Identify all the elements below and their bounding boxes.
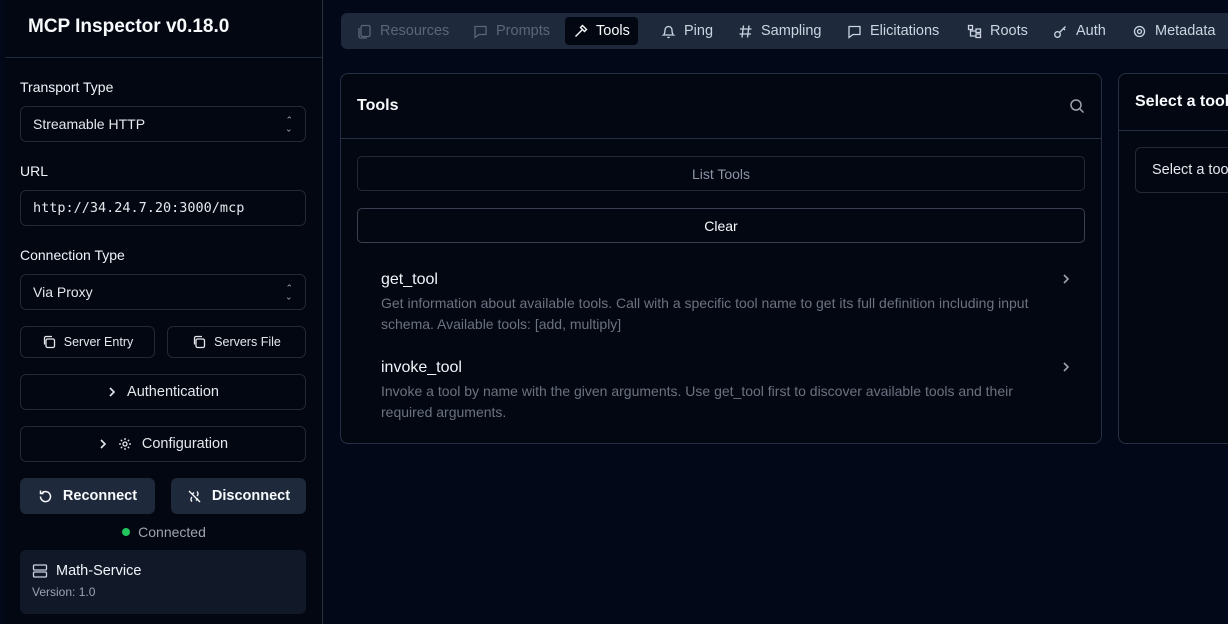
tool-detail-panel: Select a tool Select a tool [1118, 73, 1228, 444]
transport-type-select[interactable]: Streamable HTTP ⌃ ⌃ [20, 106, 306, 142]
server-info-card: Math-Service Version: 1.0 [20, 550, 306, 614]
copy-icon [192, 335, 206, 349]
sidebar: MCP Inspector v0.18.0 Transport Type Str… [5, 0, 323, 624]
message-icon [847, 24, 862, 39]
gear-icon [1132, 24, 1147, 39]
tab-label: Prompts [496, 23, 550, 39]
configuration-toggle[interactable]: Configuration [20, 426, 306, 462]
tab-roots[interactable]: Roots [959, 17, 1036, 45]
tool-name: get_tool [381, 271, 438, 288]
tab-ping[interactable]: Ping [653, 17, 721, 45]
unplug-icon [187, 489, 202, 504]
hammer-icon [573, 24, 588, 39]
search-icon[interactable] [1069, 98, 1085, 114]
url-value: http://34.24.7.20:3000/mcp [33, 200, 245, 216]
connection-type-label: Connection Type [20, 247, 125, 263]
tab-label: Auth [1076, 23, 1106, 39]
chevron-right-icon [98, 438, 108, 450]
server-name: Math-Service [56, 563, 142, 579]
key-icon [1053, 24, 1068, 39]
tool-name: invoke_tool [381, 359, 462, 376]
connection-status: Connected [5, 524, 323, 540]
server-entry-label: Server Entry [63, 335, 134, 349]
tab-label: Resources [380, 23, 450, 39]
copy-icon [42, 335, 56, 349]
tool-description: Get information about available tools. C… [381, 295, 1029, 332]
server-version: Version: 1.0 [32, 585, 96, 599]
gear-icon [118, 437, 132, 451]
reconnect-label: Reconnect [62, 488, 138, 504]
tab-metadata[interactable]: Metadata [1124, 17, 1223, 45]
select-tool-field[interactable]: Select a tool [1135, 147, 1228, 193]
configuration-label: Configuration [141, 436, 229, 452]
folder-tree-icon [967, 24, 982, 39]
tab-bar: Resources Prompts Tools Ping Sampling El… [341, 13, 1228, 49]
tools-panel-header: Tools [341, 74, 1101, 139]
transport-type-value: Streamable HTTP [33, 116, 146, 132]
disconnect-label: Disconnect [211, 488, 291, 504]
authentication-label: Authentication [127, 384, 219, 400]
status-text: Connected [138, 524, 206, 540]
disconnect-button[interactable]: Disconnect [171, 478, 306, 514]
connection-type-value: Via Proxy [33, 284, 93, 300]
server-entry-button[interactable]: Server Entry [20, 326, 155, 358]
tab-elicitations[interactable]: Elicitations [839, 17, 947, 45]
servers-file-label: Servers File [214, 335, 281, 349]
files-icon [357, 24, 372, 39]
chevron-right-icon [1061, 361, 1071, 373]
tools-panel-title: Tools [357, 97, 399, 114]
hash-icon [738, 24, 753, 39]
tab-label: Roots [990, 23, 1028, 39]
connection-type-select[interactable]: Via Proxy ⌃ ⌃ [20, 274, 306, 310]
tab-label: Ping [684, 23, 714, 39]
tab-prompts[interactable]: Prompts [465, 17, 558, 45]
tool-detail-header: Select a tool [1119, 74, 1228, 131]
url-label: URL [20, 163, 49, 179]
list-item[interactable]: invoke_tool Invoke a tool by name with t… [381, 359, 1071, 422]
list-tools-button[interactable]: List Tools [357, 156, 1085, 191]
url-input[interactable]: http://34.24.7.20:3000/mcp [20, 190, 306, 226]
tab-tools[interactable]: Tools [565, 17, 638, 45]
tab-label: Sampling [761, 23, 822, 39]
server-icon [32, 563, 48, 579]
clear-button[interactable]: Clear [357, 208, 1085, 243]
chevron-updown-icon: ⌃ ⌃ [285, 283, 293, 302]
tab-auth[interactable]: Auth [1045, 17, 1114, 45]
chevron-updown-icon: ⌃ ⌃ [285, 115, 293, 134]
tab-sampling[interactable]: Sampling [730, 17, 829, 45]
tab-label: Elicitations [870, 23, 940, 39]
tools-panel: Tools List Tools Clear get_tool Get info… [340, 73, 1102, 444]
bell-icon [661, 24, 676, 39]
refresh-icon [38, 489, 53, 504]
tool-detail-title: Select a tool [1135, 93, 1228, 110]
tool-description: Invoke a tool by name with the given arg… [381, 383, 1013, 420]
status-dot-icon [122, 528, 131, 536]
list-item[interactable]: get_tool Get information about available… [381, 271, 1071, 334]
app-title: MCP Inspector v0.18.0 [5, 0, 322, 58]
authentication-toggle[interactable]: Authentication [20, 374, 306, 410]
tab-resources[interactable]: Resources [349, 17, 457, 45]
chevron-right-icon [1061, 273, 1071, 285]
message-icon [473, 24, 488, 39]
chevron-right-icon [107, 386, 117, 398]
tab-label: Tools [596, 23, 630, 39]
tab-label: Metadata [1155, 23, 1216, 39]
servers-file-button[interactable]: Servers File [167, 326, 306, 358]
reconnect-button[interactable]: Reconnect [20, 478, 155, 514]
transport-type-label: Transport Type [20, 79, 114, 95]
